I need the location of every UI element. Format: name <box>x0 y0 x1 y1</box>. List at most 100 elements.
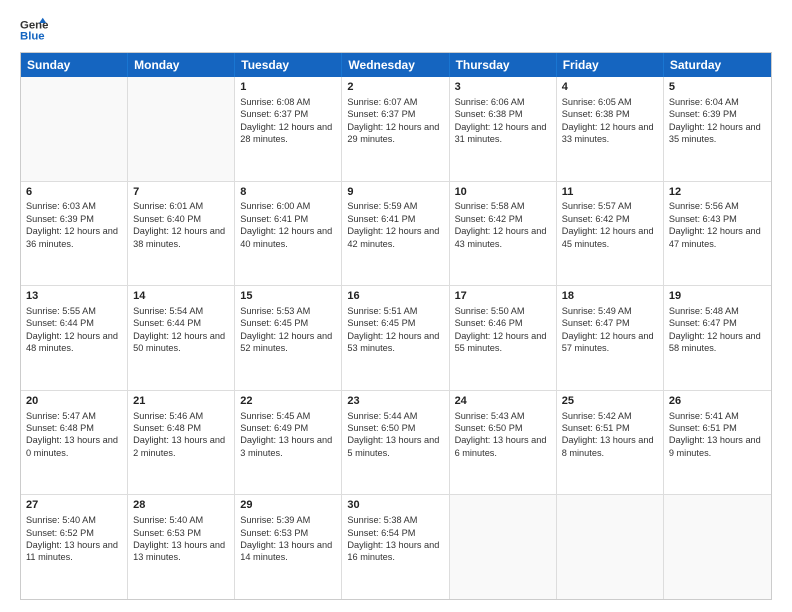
daylight-text: Daylight: 13 hours and 6 minutes. <box>455 434 551 459</box>
calendar-header-cell: Saturday <box>664 53 771 77</box>
sunrise-text: Sunrise: 6:07 AM <box>347 96 443 108</box>
sunset-text: Sunset: 6:39 PM <box>26 213 122 225</box>
calendar-cell <box>21 77 128 181</box>
calendar-row: 6Sunrise: 6:03 AMSunset: 6:39 PMDaylight… <box>21 182 771 287</box>
calendar-cell <box>664 495 771 599</box>
calendar-cell <box>557 495 664 599</box>
calendar-cell: 29Sunrise: 5:39 AMSunset: 6:53 PMDayligh… <box>235 495 342 599</box>
day-number: 2 <box>347 80 443 95</box>
day-number: 29 <box>240 498 336 513</box>
sunset-text: Sunset: 6:41 PM <box>240 213 336 225</box>
day-number: 8 <box>240 185 336 200</box>
daylight-text: Daylight: 12 hours and 50 minutes. <box>133 330 229 355</box>
daylight-text: Daylight: 12 hours and 53 minutes. <box>347 330 443 355</box>
daylight-text: Daylight: 12 hours and 35 minutes. <box>669 121 766 146</box>
sunset-text: Sunset: 6:37 PM <box>347 108 443 120</box>
sunrise-text: Sunrise: 5:41 AM <box>669 410 766 422</box>
calendar-cell: 15Sunrise: 5:53 AMSunset: 6:45 PMDayligh… <box>235 286 342 390</box>
sunrise-text: Sunrise: 5:42 AM <box>562 410 658 422</box>
day-number: 3 <box>455 80 551 95</box>
calendar-header-cell: Thursday <box>450 53 557 77</box>
daylight-text: Daylight: 13 hours and 5 minutes. <box>347 434 443 459</box>
day-number: 26 <box>669 394 766 409</box>
calendar-cell: 9Sunrise: 5:59 AMSunset: 6:41 PMDaylight… <box>342 182 449 286</box>
calendar-cell: 8Sunrise: 6:00 AMSunset: 6:41 PMDaylight… <box>235 182 342 286</box>
calendar-cell: 21Sunrise: 5:46 AMSunset: 6:48 PMDayligh… <box>128 391 235 495</box>
calendar-row: 20Sunrise: 5:47 AMSunset: 6:48 PMDayligh… <box>21 391 771 496</box>
daylight-text: Daylight: 13 hours and 0 minutes. <box>26 434 122 459</box>
calendar-cell <box>450 495 557 599</box>
sunrise-text: Sunrise: 5:38 AM <box>347 514 443 526</box>
sunset-text: Sunset: 6:47 PM <box>669 317 766 329</box>
daylight-text: Daylight: 12 hours and 45 minutes. <box>562 225 658 250</box>
calendar: SundayMondayTuesdayWednesdayThursdayFrid… <box>20 52 772 600</box>
sunrise-text: Sunrise: 5:59 AM <box>347 200 443 212</box>
day-number: 9 <box>347 185 443 200</box>
daylight-text: Daylight: 12 hours and 31 minutes. <box>455 121 551 146</box>
sunset-text: Sunset: 6:46 PM <box>455 317 551 329</box>
calendar-cell: 19Sunrise: 5:48 AMSunset: 6:47 PMDayligh… <box>664 286 771 390</box>
day-number: 30 <box>347 498 443 513</box>
daylight-text: Daylight: 12 hours and 36 minutes. <box>26 225 122 250</box>
sunset-text: Sunset: 6:48 PM <box>133 422 229 434</box>
day-number: 25 <box>562 394 658 409</box>
calendar-cell: 12Sunrise: 5:56 AMSunset: 6:43 PMDayligh… <box>664 182 771 286</box>
calendar-cell: 1Sunrise: 6:08 AMSunset: 6:37 PMDaylight… <box>235 77 342 181</box>
calendar-header-cell: Sunday <box>21 53 128 77</box>
sunrise-text: Sunrise: 5:40 AM <box>133 514 229 526</box>
calendar-row: 13Sunrise: 5:55 AMSunset: 6:44 PMDayligh… <box>21 286 771 391</box>
daylight-text: Daylight: 13 hours and 2 minutes. <box>133 434 229 459</box>
day-number: 5 <box>669 80 766 95</box>
calendar-cell: 13Sunrise: 5:55 AMSunset: 6:44 PMDayligh… <box>21 286 128 390</box>
sunset-text: Sunset: 6:42 PM <box>455 213 551 225</box>
day-number: 14 <box>133 289 229 304</box>
day-number: 28 <box>133 498 229 513</box>
header: General Blue <box>20 16 772 44</box>
sunset-text: Sunset: 6:37 PM <box>240 108 336 120</box>
sunrise-text: Sunrise: 5:43 AM <box>455 410 551 422</box>
day-number: 11 <box>562 185 658 200</box>
sunset-text: Sunset: 6:54 PM <box>347 527 443 539</box>
calendar-header: SundayMondayTuesdayWednesdayThursdayFrid… <box>21 53 771 77</box>
sunset-text: Sunset: 6:42 PM <box>562 213 658 225</box>
sunrise-text: Sunrise: 5:48 AM <box>669 305 766 317</box>
sunrise-text: Sunrise: 5:56 AM <box>669 200 766 212</box>
sunrise-text: Sunrise: 5:57 AM <box>562 200 658 212</box>
sunset-text: Sunset: 6:50 PM <box>347 422 443 434</box>
sunrise-text: Sunrise: 5:40 AM <box>26 514 122 526</box>
sunset-text: Sunset: 6:45 PM <box>240 317 336 329</box>
sunrise-text: Sunrise: 5:47 AM <box>26 410 122 422</box>
sunset-text: Sunset: 6:44 PM <box>26 317 122 329</box>
sunrise-text: Sunrise: 6:08 AM <box>240 96 336 108</box>
daylight-text: Daylight: 13 hours and 16 minutes. <box>347 539 443 564</box>
sunset-text: Sunset: 6:44 PM <box>133 317 229 329</box>
day-number: 20 <box>26 394 122 409</box>
daylight-text: Daylight: 12 hours and 47 minutes. <box>669 225 766 250</box>
calendar-row: 27Sunrise: 5:40 AMSunset: 6:52 PMDayligh… <box>21 495 771 599</box>
day-number: 17 <box>455 289 551 304</box>
daylight-text: Daylight: 13 hours and 9 minutes. <box>669 434 766 459</box>
sunrise-text: Sunrise: 5:46 AM <box>133 410 229 422</box>
calendar-cell: 27Sunrise: 5:40 AMSunset: 6:52 PMDayligh… <box>21 495 128 599</box>
sunset-text: Sunset: 6:39 PM <box>669 108 766 120</box>
daylight-text: Daylight: 13 hours and 11 minutes. <box>26 539 122 564</box>
svg-text:Blue: Blue <box>20 31 45 43</box>
sunrise-text: Sunrise: 6:00 AM <box>240 200 336 212</box>
sunrise-text: Sunrise: 6:01 AM <box>133 200 229 212</box>
calendar-cell: 2Sunrise: 6:07 AMSunset: 6:37 PMDaylight… <box>342 77 449 181</box>
calendar-cell: 4Sunrise: 6:05 AMSunset: 6:38 PMDaylight… <box>557 77 664 181</box>
daylight-text: Daylight: 12 hours and 28 minutes. <box>240 121 336 146</box>
calendar-row: 1Sunrise: 6:08 AMSunset: 6:37 PMDaylight… <box>21 77 771 182</box>
calendar-cell: 22Sunrise: 5:45 AMSunset: 6:49 PMDayligh… <box>235 391 342 495</box>
day-number: 27 <box>26 498 122 513</box>
sunset-text: Sunset: 6:50 PM <box>455 422 551 434</box>
sunrise-text: Sunrise: 5:39 AM <box>240 514 336 526</box>
sunset-text: Sunset: 6:45 PM <box>347 317 443 329</box>
calendar-cell: 25Sunrise: 5:42 AMSunset: 6:51 PMDayligh… <box>557 391 664 495</box>
sunset-text: Sunset: 6:43 PM <box>669 213 766 225</box>
daylight-text: Daylight: 12 hours and 29 minutes. <box>347 121 443 146</box>
sunset-text: Sunset: 6:48 PM <box>26 422 122 434</box>
calendar-cell: 17Sunrise: 5:50 AMSunset: 6:46 PMDayligh… <box>450 286 557 390</box>
daylight-text: Daylight: 13 hours and 3 minutes. <box>240 434 336 459</box>
sunset-text: Sunset: 6:47 PM <box>562 317 658 329</box>
